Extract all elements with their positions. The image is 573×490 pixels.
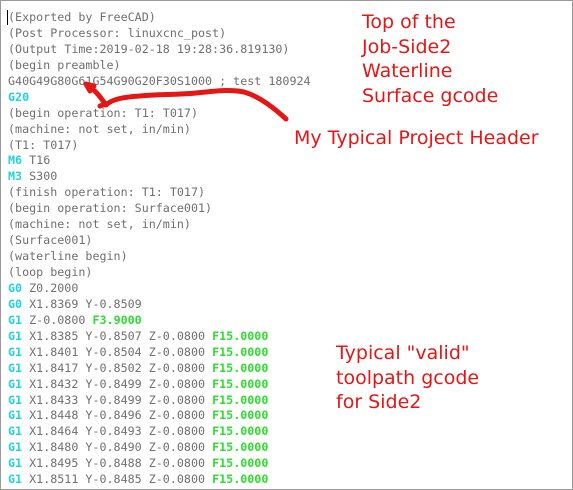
feedrate-value: F15.0000: [212, 440, 269, 455]
feedrate-value: F15.0000: [212, 392, 269, 407]
gcode-keyword: M3: [8, 169, 23, 184]
code-line: G1 X1.8448 Y-0.8496 Z-0.0800 F15.0000: [8, 408, 568, 424]
feedrate-value: F15.0000: [212, 344, 269, 359]
gcode-keyword: G0: [8, 296, 23, 311]
annotation-line: Top of the: [362, 11, 456, 33]
code-line: G1 X1.8433 Y-0.8499 Z-0.0800 F15.0000: [8, 393, 568, 409]
gcode-keyword: G1: [8, 408, 23, 423]
gcode-arguments: X1.8511 Y-0.8485 Z-0.0800: [22, 472, 213, 487]
code-line: G1 X1.8432 Y-0.8499 Z-0.0800 F15.0000: [8, 377, 568, 393]
gcode-arguments: X1.8464 Y-0.8493 Z-0.0800: [22, 424, 213, 439]
annotation-valid-toolpath: Typical "valid" toolpath gcode for Side2: [336, 341, 479, 415]
annotation-line: My Typical Project Header: [294, 127, 539, 149]
code-line: (Surface001): [8, 233, 568, 249]
code-line: G1 X1.8511 Y-0.8485 Z-0.0800 F15.0000: [8, 472, 568, 488]
code-line: G1 X1.8417 Y-0.8502 Z-0.0800 F15.0000: [8, 361, 568, 377]
gcode-arguments: X1.8401 Y-0.8504 Z-0.0800: [22, 344, 213, 359]
code-line: G1 X1.8495 Y-0.8488 Z-0.0800 F15.0000: [8, 456, 568, 472]
code-text: (T1: T017): [8, 137, 79, 152]
gcode-keyword: G20: [8, 89, 30, 104]
code-line: (begin operation: T1: T017): [8, 106, 568, 122]
gcode-keyword: G1: [8, 392, 23, 407]
gcode-keyword: G1: [8, 424, 23, 439]
gcode-arguments: X1.8448 Y-0.8496 Z-0.0800: [22, 408, 213, 423]
gcode-keyword: G1: [8, 312, 23, 327]
gcode-keyword: G1: [8, 472, 23, 487]
annotation-line: toolpath gcode: [336, 366, 480, 389]
gcode-arguments: X1.8433 Y-0.8499 Z-0.0800: [22, 392, 213, 407]
gcode-arguments: X1.8480 Y-0.8490 Z-0.0800: [22, 440, 213, 455]
feedrate-value: F15.0000: [212, 424, 269, 439]
annotation-line: for Side2: [336, 391, 422, 413]
code-text: (finish operation: T1: T017): [8, 185, 206, 200]
code-text: (Exported by FreeCAD): [8, 10, 156, 24]
gcode-arguments: Z-0.0800: [22, 312, 93, 327]
annotation-line: Waterline: [362, 60, 453, 82]
code-text: (Output Time:2019-02-18 19:28:36.819130): [8, 41, 290, 56]
code-text: (Post Processor: linuxcnc_post): [8, 25, 227, 40]
code-line: G1 X1.8464 Y-0.8493 Z-0.0800 F15.0000: [8, 424, 568, 440]
gcode-arguments: X1.8495 Y-0.8488 Z-0.0800: [22, 456, 213, 471]
code-line: G1 Z-0.0800 F3.9000: [8, 313, 568, 329]
annotation-project-header: My Typical Project Header: [294, 126, 539, 151]
gcode-keyword: M6: [8, 153, 23, 168]
code-text: (loop begin): [8, 265, 93, 279]
code-line: G0 X1.8369 Y-0.8509: [8, 297, 568, 313]
gcode-keyword: G1: [8, 440, 23, 455]
annotation-line: Job-Side2: [362, 35, 452, 58]
code-line: G1 X1.8480 Y-0.8490 Z-0.0800 F15.0000: [8, 440, 568, 456]
code-text: (machine: not set, in/min): [8, 121, 191, 136]
code-text: (machine: not set, in/min): [8, 217, 191, 232]
gcode-arguments: X1.8432 Y-0.8499 Z-0.0800: [22, 376, 213, 391]
code-line: G0 Z0.2000: [8, 281, 568, 297]
code-text: (begin operation: T1: T017): [8, 105, 198, 120]
gcode-arguments: Z0.2000: [22, 280, 79, 295]
annotation-line: Surface gcode: [362, 84, 499, 107]
code-text: (Surface001): [8, 233, 93, 248]
feedrate-value: F15.0000: [212, 456, 269, 471]
code-line: (loop begin): [8, 265, 568, 281]
gcode-arguments: X1.8369 Y-0.8509: [22, 296, 142, 311]
annotation-top-of-job: Top of the Job-Side2 Waterline Surface g…: [362, 10, 498, 108]
gcode-keyword: G1: [8, 344, 23, 359]
code-line: M3 S300: [8, 169, 568, 185]
gcode-keyword: G1: [8, 456, 23, 471]
gcode-arguments: X1.8385 Y-0.8507 Z-0.0800: [22, 328, 213, 343]
feedrate-value: F3.9000: [92, 312, 142, 327]
gcode-keyword: G1: [8, 328, 23, 343]
code-line: (waterline begin): [8, 249, 568, 265]
gcode-arguments: T16: [22, 153, 51, 168]
code-line: G1 X1.8385 Y-0.8507 Z-0.0800 F15.0000: [8, 329, 568, 345]
feedrate-value: F15.0000: [212, 408, 269, 423]
gcode-arguments: X1.8417 Y-0.8502 Z-0.0800: [22, 360, 213, 375]
code-text: G40G49G80G61G54G90G20F30S1000 ; test 180…: [8, 73, 311, 88]
code-text: (begin preamble): [8, 57, 121, 72]
code-line: (machine: not set, in/min): [8, 217, 568, 233]
gcode-keyword: G0: [8, 280, 23, 295]
feedrate-value: F15.0000: [212, 376, 269, 391]
annotation-line: Typical "valid": [336, 342, 470, 364]
code-line: (begin operation: Surface001): [8, 201, 568, 217]
feedrate-value: F15.0000: [212, 472, 269, 487]
code-line: (finish operation: T1: T017): [8, 185, 568, 201]
code-line: M6 T16: [8, 153, 568, 169]
gcode-keyword: G1: [8, 360, 23, 375]
gcode-arguments: S300: [22, 169, 58, 184]
code-text: (begin operation: Surface001): [8, 201, 213, 216]
gcode-keyword: G1: [8, 376, 23, 391]
feedrate-value: F15.0000: [212, 328, 269, 343]
code-text: (waterline begin): [8, 249, 128, 264]
code-line: G1 X1.8401 Y-0.8504 Z-0.0800 F15.0000: [8, 345, 568, 361]
feedrate-value: F15.0000: [212, 360, 269, 375]
